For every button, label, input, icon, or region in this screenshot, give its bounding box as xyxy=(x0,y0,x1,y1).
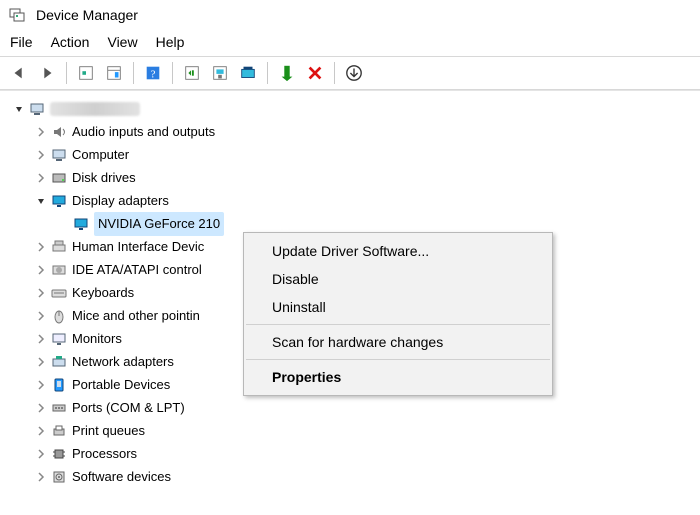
mouse-icon xyxy=(50,307,68,325)
menu-action[interactable]: Action xyxy=(51,34,90,50)
context-menu-separator xyxy=(246,324,550,325)
properties-panel-icon[interactable] xyxy=(101,60,127,86)
disk-icon xyxy=(50,169,68,187)
chevron-right-icon[interactable] xyxy=(34,286,48,300)
tree-item-label: Ports (COM & LPT) xyxy=(72,397,185,419)
update-driver-icon[interactable] xyxy=(207,60,233,86)
context-menu-item[interactable]: Uninstall xyxy=(244,293,552,321)
toolbar-separator xyxy=(66,62,67,84)
enable-device-icon[interactable] xyxy=(274,60,300,86)
ports-icon xyxy=(50,399,68,417)
menu-bar: File Action View Help xyxy=(0,28,700,56)
title-bar: Device Manager xyxy=(0,0,700,28)
tree-item-label: Processors xyxy=(72,443,137,465)
chevron-right-icon[interactable] xyxy=(34,125,48,139)
audio-icon xyxy=(50,123,68,141)
tree-item[interactable]: Display adapters xyxy=(4,189,696,212)
printq-icon xyxy=(50,422,68,440)
display-icon xyxy=(50,192,68,210)
tree-item-label: NVIDIA GeForce 210 xyxy=(94,212,224,236)
tree-item[interactable]: Print queues xyxy=(4,419,696,442)
uninstall-device-icon[interactable] xyxy=(235,60,261,86)
tree-item[interactable] xyxy=(4,97,696,120)
menu-help[interactable]: Help xyxy=(156,34,185,50)
window-title: Device Manager xyxy=(36,7,138,23)
tree-item-label: Print queues xyxy=(72,420,145,442)
tree-item-label: Disk drives xyxy=(72,167,136,189)
toolbar: ? xyxy=(0,56,700,90)
show-hidden-icon[interactable] xyxy=(73,60,99,86)
hid-icon xyxy=(50,238,68,256)
monitor-icon xyxy=(50,330,68,348)
root-computer-name-redacted xyxy=(50,102,140,116)
keyboard-icon xyxy=(50,284,68,302)
chevron-right-icon[interactable] xyxy=(34,378,48,392)
tree-item-label: Monitors xyxy=(72,328,122,350)
context-menu-item[interactable]: Scan for hardware changes xyxy=(244,328,552,356)
scan-hardware-icon[interactable] xyxy=(179,60,205,86)
tree-item[interactable]: Ports (COM & LPT) xyxy=(4,396,696,419)
ide-icon xyxy=(50,261,68,279)
tree-item[interactable]: Audio inputs and outputs xyxy=(4,120,696,143)
toolbar-separator xyxy=(334,62,335,84)
disable-device-icon[interactable] xyxy=(302,60,328,86)
tree-item-label: Keyboards xyxy=(72,282,134,304)
display-icon xyxy=(72,215,90,233)
toolbar-separator xyxy=(267,62,268,84)
app-icon xyxy=(8,6,26,24)
svg-text:?: ? xyxy=(151,69,156,81)
toolbar-separator xyxy=(172,62,173,84)
context-menu-item[interactable]: Disable xyxy=(244,265,552,293)
tree-item-label: Audio inputs and outputs xyxy=(72,121,215,143)
tree-item-label: Network adapters xyxy=(72,351,174,373)
context-menu: Update Driver Software...DisableUninstal… xyxy=(243,232,553,396)
chevron-right-icon[interactable] xyxy=(34,171,48,185)
chevron-right-icon[interactable] xyxy=(34,332,48,346)
chevron-right-icon[interactable] xyxy=(34,263,48,277)
computer-icon xyxy=(28,100,46,118)
toolbar-separator xyxy=(133,62,134,84)
chevron-right-icon[interactable] xyxy=(34,470,48,484)
context-menu-item[interactable]: Properties xyxy=(244,363,552,391)
help-icon[interactable]: ? xyxy=(140,60,166,86)
forward-arrow-icon[interactable] xyxy=(34,60,60,86)
tree-item-label: Software devices xyxy=(72,466,171,488)
tree-item[interactable]: Disk drives xyxy=(4,166,696,189)
tree-item-label: Display adapters xyxy=(72,190,169,212)
menu-view[interactable]: View xyxy=(107,34,137,50)
tree-item-label: Computer xyxy=(72,144,129,166)
chevron-right-icon[interactable] xyxy=(34,401,48,415)
chevron-right-icon[interactable] xyxy=(34,424,48,438)
network-icon xyxy=(50,353,68,371)
tree-item-label: Mice and other pointin xyxy=(72,305,200,327)
software-icon xyxy=(50,468,68,486)
back-arrow-icon[interactable] xyxy=(6,60,32,86)
chevron-down-icon[interactable] xyxy=(12,102,26,116)
chevron-right-icon[interactable] xyxy=(34,355,48,369)
menu-file[interactable]: File xyxy=(10,34,33,50)
context-menu-separator xyxy=(246,359,550,360)
tree-item[interactable]: Computer xyxy=(4,143,696,166)
portable-icon xyxy=(50,376,68,394)
tree-item-label: IDE ATA/ATAPI control xyxy=(72,259,202,281)
cpu-icon xyxy=(50,445,68,463)
context-menu-item[interactable]: Update Driver Software... xyxy=(244,237,552,265)
chevron-right-icon[interactable] xyxy=(34,447,48,461)
tree-item-label: Portable Devices xyxy=(72,374,170,396)
computer-icon xyxy=(50,146,68,164)
chevron-down-icon[interactable] xyxy=(34,194,48,208)
down-arrow-circle-icon[interactable] xyxy=(341,60,367,86)
tree-item-label: Human Interface Devic xyxy=(72,236,204,258)
chevron-right-icon[interactable] xyxy=(34,309,48,323)
tree-item[interactable]: Processors xyxy=(4,442,696,465)
chevron-right-icon[interactable] xyxy=(34,240,48,254)
chevron-right-icon[interactable] xyxy=(34,148,48,162)
tree-item[interactable]: Software devices xyxy=(4,465,696,488)
